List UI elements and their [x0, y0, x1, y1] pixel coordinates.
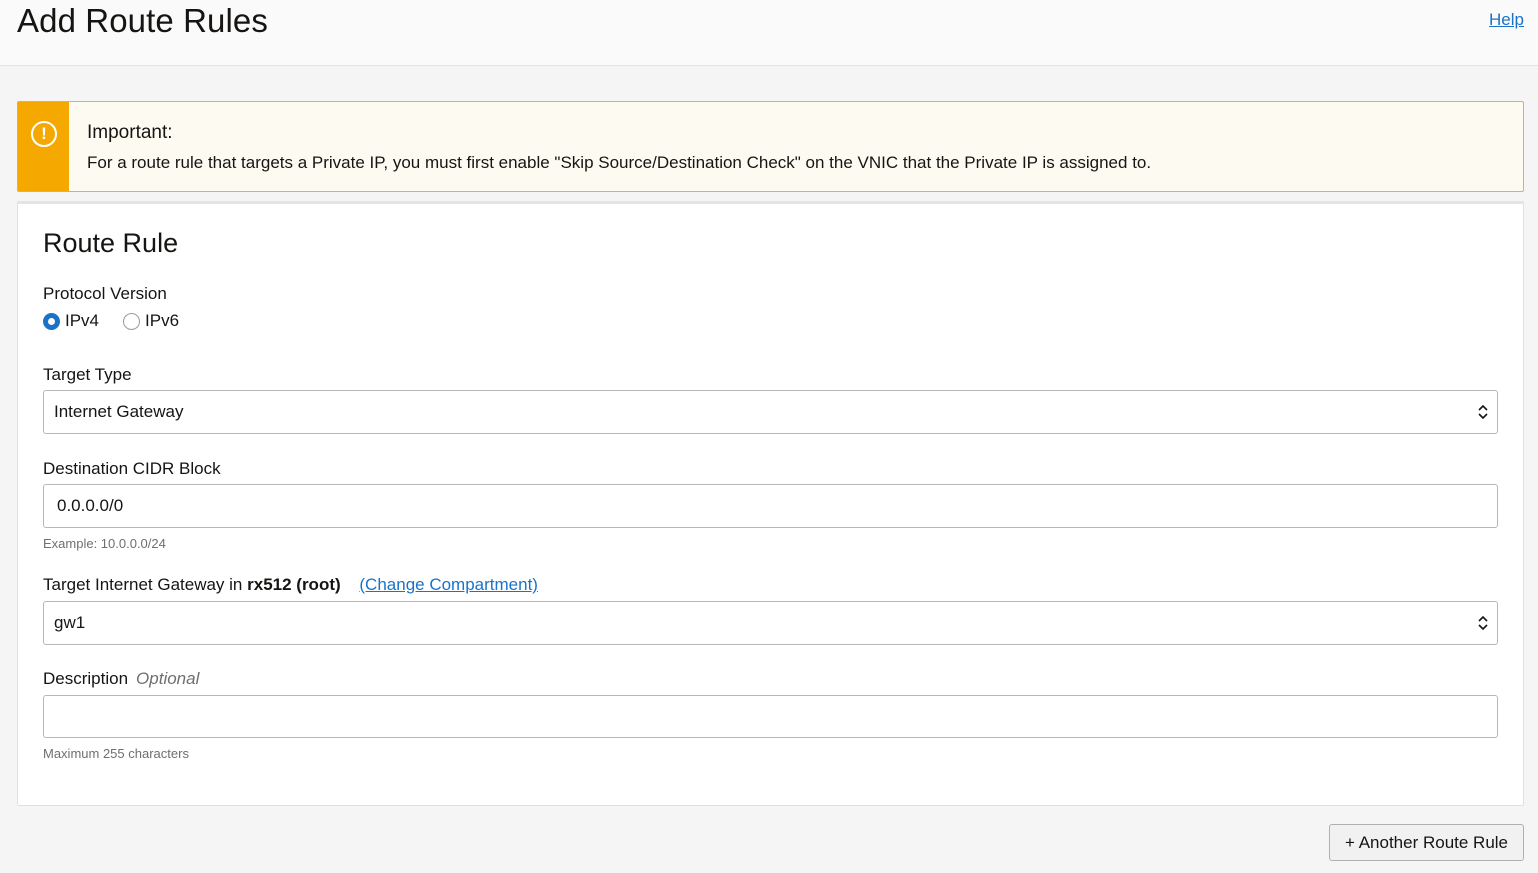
select-chevrons-icon [1478, 615, 1488, 631]
alert-title: Important: [87, 122, 173, 143]
destination-cidr-hint: Example: 10.0.0.0/24 [43, 536, 166, 551]
destination-cidr-value: 0.0.0.0/0 [57, 496, 124, 515]
warning-circle-icon: ! [31, 121, 57, 147]
page-title: Add Route Rules [17, 2, 268, 39]
radio-ipv6[interactable]: IPv6 [123, 311, 179, 331]
target-gateway-label: Target Internet Gateway in rx512 (root) … [43, 575, 538, 595]
optional-tag: Optional [136, 669, 200, 688]
route-rule-title: Route Rule [43, 228, 179, 258]
target-type-select[interactable]: Internet Gateway [43, 390, 1498, 434]
target-gateway-label-prefix: Target Internet Gateway in [43, 575, 243, 594]
target-type-label: Target Type [43, 365, 132, 384]
target-gateway-select[interactable]: gw1 [43, 601, 1498, 645]
radio-ipv4[interactable]: IPv4 [43, 311, 99, 331]
radio-ipv4-label: IPv4 [65, 311, 100, 330]
description-label: Description Optional [43, 669, 199, 689]
radio-ipv6-circle[interactable] [123, 312, 141, 330]
target-type-value: Internet Gateway [54, 402, 184, 421]
compartment-name: rx512 (root) [247, 575, 341, 594]
change-compartment-link[interactable]: (Change Compartment) [359, 575, 538, 594]
description-label-text: Description [43, 669, 129, 688]
help-link[interactable]: Help [1489, 10, 1524, 30]
alert-message: For a route rule that targets a Private … [87, 153, 1152, 172]
page-header: Add Route Rules Help [0, 0, 1538, 66]
destination-cidr-input[interactable]: 0.0.0.0/0 [43, 484, 1498, 528]
description-hint: Maximum 255 characters [43, 746, 189, 761]
alert-accent-bar: ! [18, 102, 69, 191]
destination-cidr-label: Destination CIDR Block [43, 459, 221, 478]
radio-ipv6-label: IPv6 [145, 311, 180, 330]
select-chevrons-icon [1478, 404, 1488, 420]
protocol-version-radio-group: IPv4 IPv6 [43, 311, 203, 331]
radio-ipv4-circle[interactable] [43, 312, 60, 330]
protocol-version-label: Protocol Version [43, 284, 167, 303]
add-another-route-rule-button[interactable]: + Another Route Rule [1329, 824, 1524, 861]
target-gateway-value: gw1 [54, 613, 86, 632]
route-rule-card: Route Rule Protocol Version IPv4 IPv6 Ta… [17, 201, 1524, 806]
description-input[interactable] [43, 695, 1498, 738]
important-alert: ! Important: For a route rule that targe… [17, 101, 1524, 192]
